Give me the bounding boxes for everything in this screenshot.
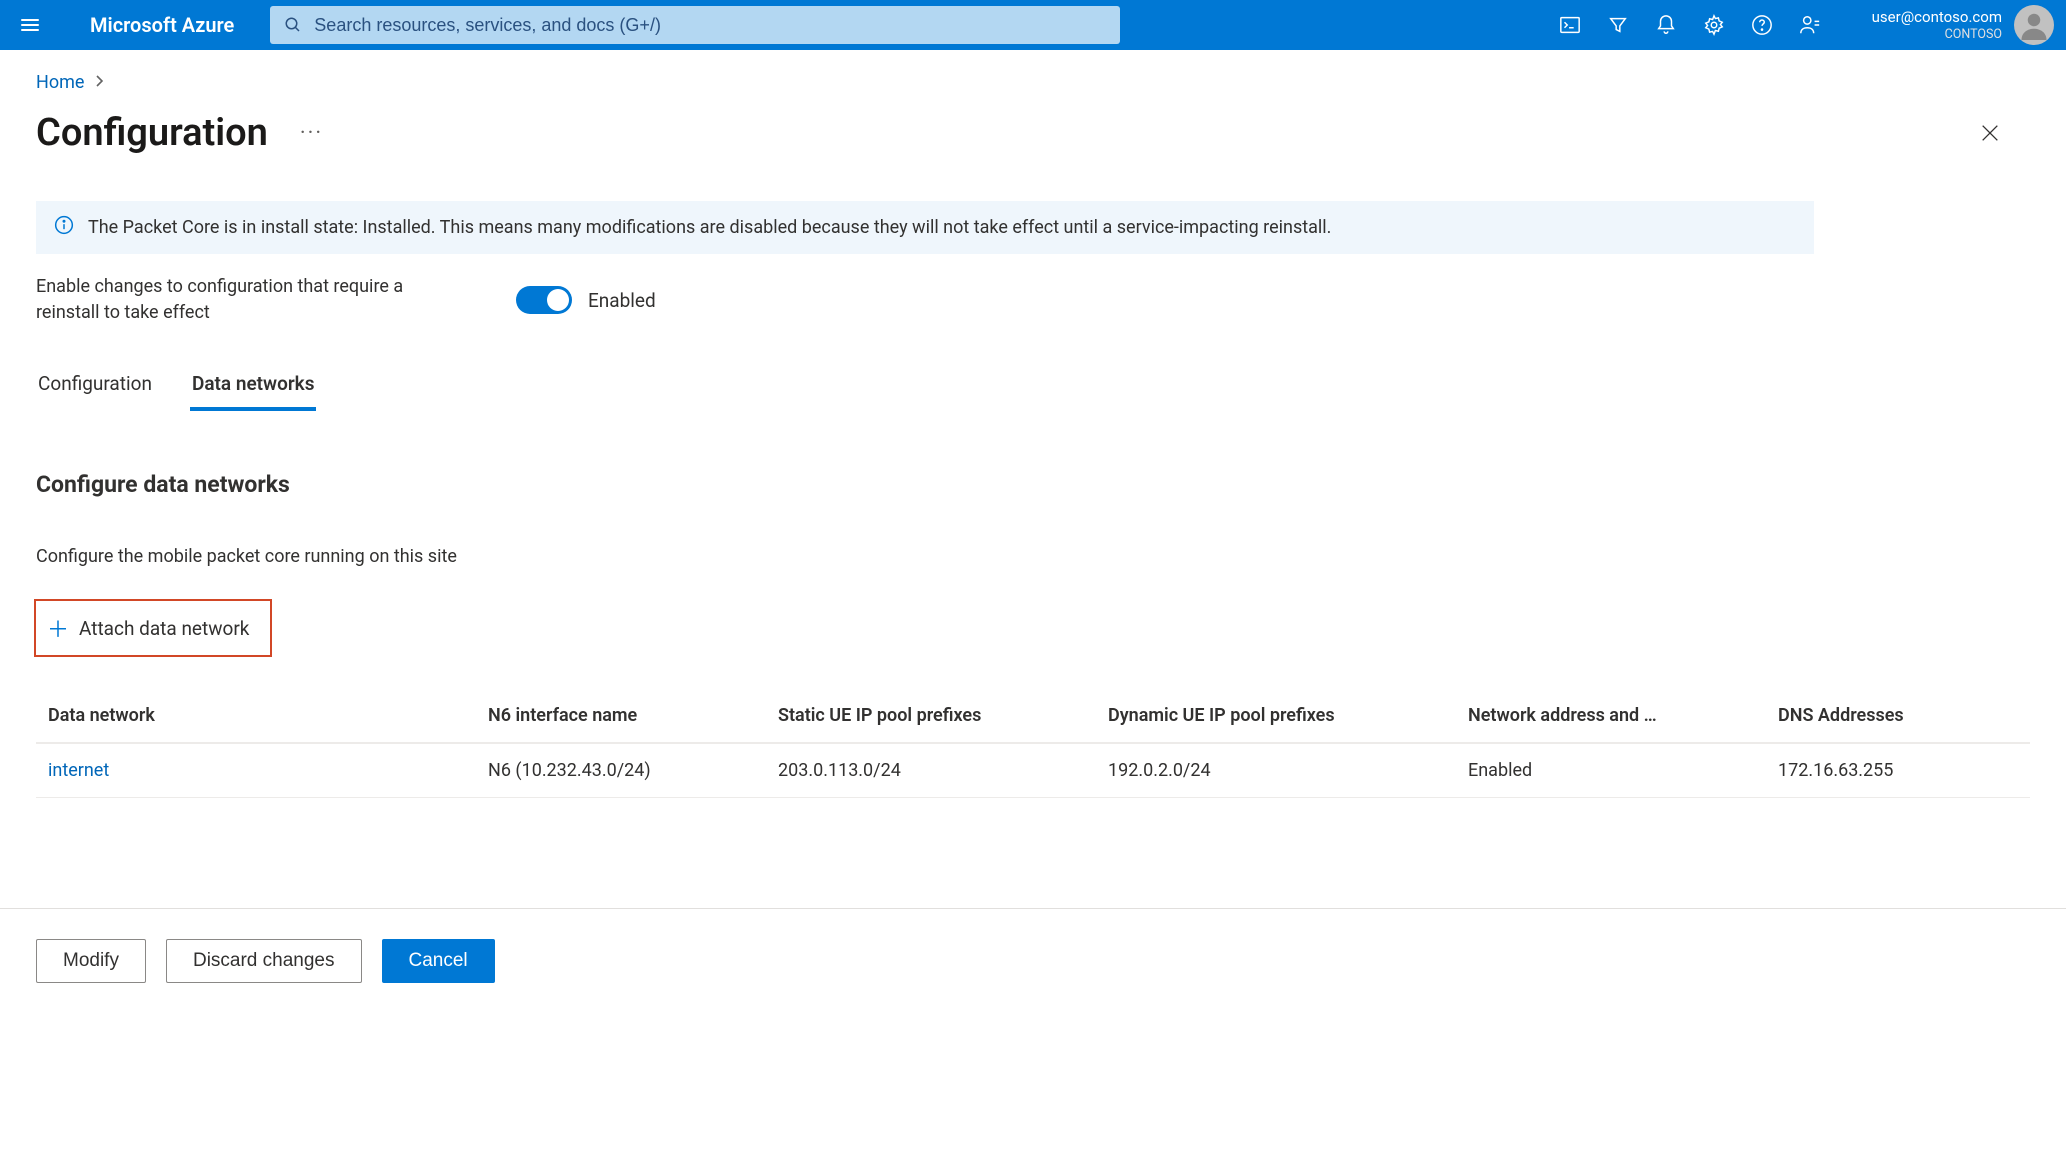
modify-button[interactable]: Modify xyxy=(36,939,146,983)
th-dynamic[interactable]: Dynamic UE IP pool prefixes xyxy=(1108,705,1468,726)
attach-data-network-button[interactable]: ＋ Attach data network xyxy=(36,601,270,655)
plus-icon: ＋ xyxy=(47,612,69,644)
footer-actions: Modify Discard changes Cancel xyxy=(0,908,2066,1013)
section-title: Configure data networks xyxy=(36,471,2030,498)
reinstall-toggle-label: Enable changes to configuration that req… xyxy=(36,274,456,326)
tab-data-networks[interactable]: Data networks xyxy=(190,366,317,411)
reinstall-toggle[interactable] xyxy=(516,286,572,314)
table-header: Data network N6 interface name Static UE… xyxy=(36,689,2030,744)
cell-dns: 172.16.63.255 xyxy=(1778,760,2018,781)
tab-configuration[interactable]: Configuration xyxy=(36,366,154,411)
table-row: internet N6 (10.232.43.0/24) 203.0.113.0… xyxy=(36,744,2030,798)
reinstall-toggle-state: Enabled xyxy=(588,289,656,312)
account-menu[interactable]: user@contoso.com CONTOSO xyxy=(1848,5,2054,45)
info-banner-text: The Packet Core is in install state: Ins… xyxy=(88,217,1331,238)
th-data-network[interactable]: Data network xyxy=(48,705,488,726)
topbar-icons xyxy=(1546,0,1834,50)
close-button[interactable] xyxy=(1968,111,2012,155)
section-description: Configure the mobile packet core running… xyxy=(36,546,2030,567)
cell-static: 203.0.113.0/24 xyxy=(778,760,1108,781)
th-static[interactable]: Static UE IP pool prefixes xyxy=(778,705,1108,726)
info-banner: The Packet Core is in install state: Ins… xyxy=(36,201,1814,254)
breadcrumb-home[interactable]: Home xyxy=(36,72,84,93)
row-link-internet[interactable]: internet xyxy=(48,760,109,781)
cell-nap: Enabled xyxy=(1468,760,1778,781)
settings-button[interactable] xyxy=(1690,0,1738,50)
discard-changes-button[interactable]: Discard changes xyxy=(166,939,362,983)
notifications-button[interactable] xyxy=(1642,0,1690,50)
cancel-button[interactable]: Cancel xyxy=(382,939,495,983)
menu-button[interactable] xyxy=(12,7,48,43)
info-icon xyxy=(54,215,74,240)
search-input[interactable] xyxy=(302,15,1106,36)
feedback-button[interactable] xyxy=(1786,0,1834,50)
avatar xyxy=(2014,5,2054,45)
attach-data-network-label: Attach data network xyxy=(79,617,249,640)
account-text: user@contoso.com CONTOSO xyxy=(1872,8,2002,42)
azure-topbar: Microsoft Azure user@contoso.com CONTOSO xyxy=(0,0,2066,50)
cloud-shell-button[interactable] xyxy=(1546,0,1594,50)
cell-n6: N6 (10.232.43.0/24) xyxy=(488,760,778,781)
th-n6[interactable]: N6 interface name xyxy=(488,705,778,726)
tabs: Configuration Data networks xyxy=(36,366,2030,411)
th-network-address[interactable]: Network address and … xyxy=(1468,705,1778,726)
search-icon xyxy=(284,16,302,34)
data-networks-table: Data network N6 interface name Static UE… xyxy=(36,689,2030,798)
hamburger-icon xyxy=(21,16,39,34)
page-title: Configuration xyxy=(36,111,268,155)
account-email: user@contoso.com xyxy=(1872,8,2002,27)
breadcrumb: Home xyxy=(36,72,2030,93)
th-dns[interactable]: DNS Addresses xyxy=(1778,705,2018,726)
more-actions-button[interactable]: ··· xyxy=(292,117,331,150)
help-button[interactable] xyxy=(1738,0,1786,50)
filter-button[interactable] xyxy=(1594,0,1642,50)
brand-logo[interactable]: Microsoft Azure xyxy=(62,13,256,37)
chevron-right-icon xyxy=(94,74,104,92)
global-search[interactable] xyxy=(270,6,1120,44)
cell-dynamic: 192.0.2.0/24 xyxy=(1108,760,1468,781)
account-org: CONTOSO xyxy=(1872,27,2002,43)
